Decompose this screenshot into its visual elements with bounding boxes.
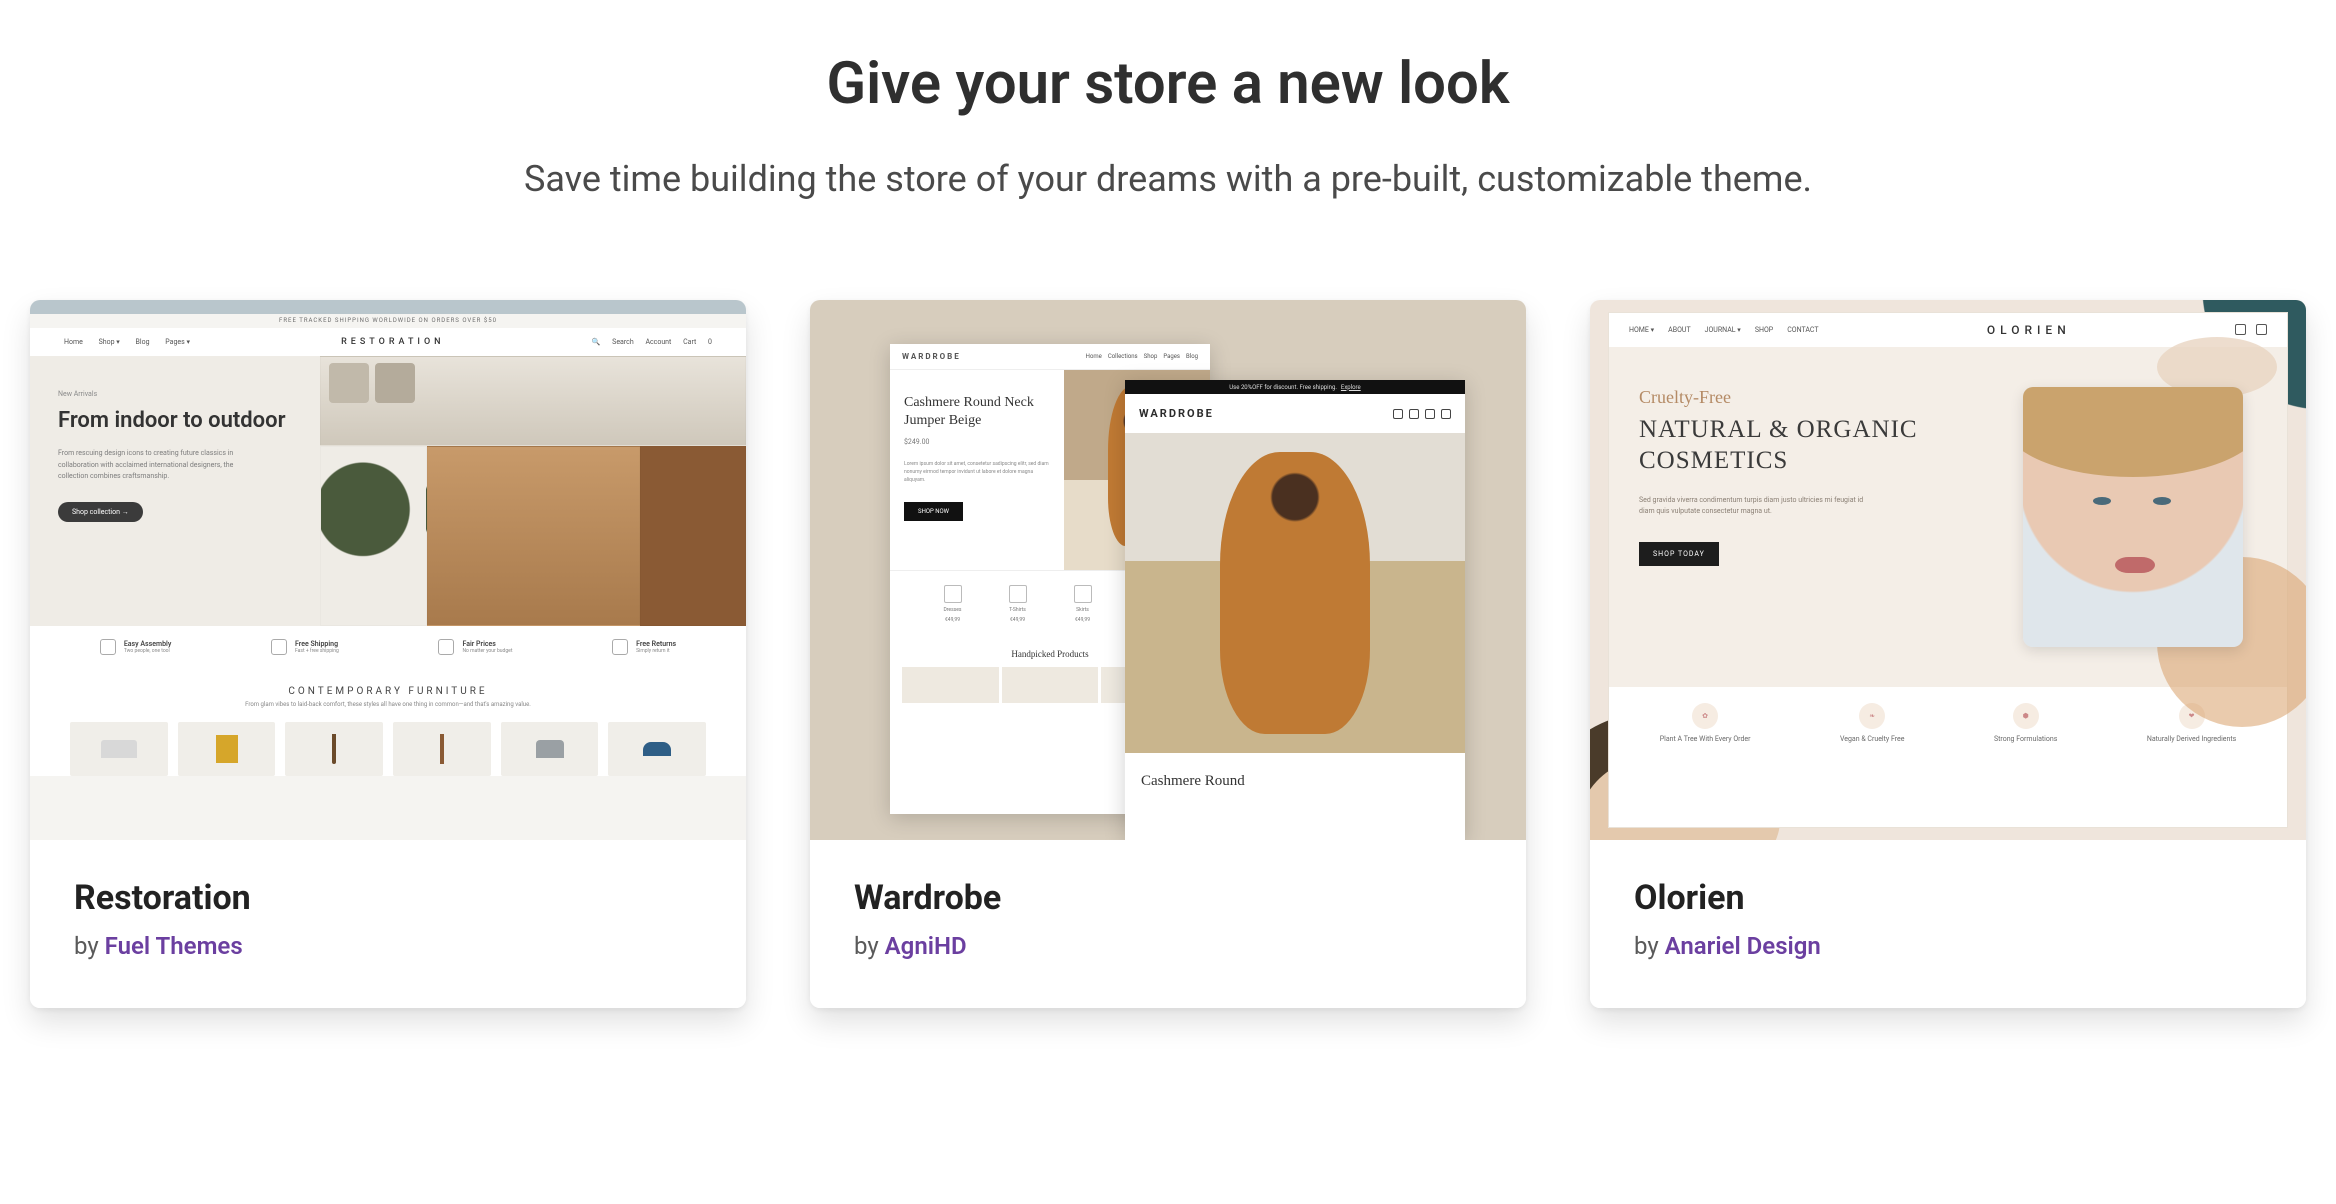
- olorien-script-label: Cruelty-Free: [1639, 387, 1948, 408]
- theme-card-olorien[interactable]: HOME ▾ABOUTJOURNAL ▾SHOPCONTACT OLORIEN …: [1590, 300, 2306, 1008]
- wardrobe-mobile-mock: Use 20%OFF for discount. Free shipping. …: [1125, 380, 1465, 840]
- theme-cards: FREE TRACKED SHIPPING WORLDWIDE ON ORDER…: [30, 300, 2306, 1008]
- wardrobe-hero-button: SHOP NOW: [904, 502, 963, 521]
- rest-nav-left: Home Shop ▾ Blog Pages ▾: [64, 338, 204, 346]
- bag-icon: [1441, 409, 1451, 419]
- olorien-hero-text: Sed gravida viverra condimentum turpis d…: [1639, 495, 1869, 519]
- rest-prod-chair: [393, 722, 491, 776]
- preview-olorien: HOME ▾ABOUTJOURNAL ▾SHOPCONTACT OLORIEN …: [1590, 300, 2306, 840]
- bag-icon: [2256, 324, 2267, 335]
- vendor-link-anariel-design[interactable]: Anariel Design: [1665, 932, 1821, 960]
- wardrobe-mobile-image: [1125, 433, 1465, 753]
- theme-card-wardrobe[interactable]: WARDROBE HomeCollectionsShopPagesBlog Ca…: [810, 300, 1526, 1008]
- rest-prod-cabinet: [178, 722, 276, 776]
- rest-feat-2: Fair PricesNo matter your budget: [438, 639, 512, 655]
- heart-icon: [2235, 324, 2246, 335]
- heart-icon: [1425, 409, 1435, 419]
- olorien-feat-2: ⬢Strong Formulations: [1994, 703, 2057, 743]
- rest-prod-bench: [501, 722, 599, 776]
- theme-name-restoration: Restoration: [74, 878, 702, 918]
- hex-icon: ⬢: [2013, 703, 2039, 729]
- by-label: by: [74, 932, 105, 960]
- by-label: by: [1634, 932, 1665, 960]
- olorien-feat-1: ❧Vegan & Cruelty Free: [1840, 703, 1905, 743]
- rest-nav-right: 🔍 Search Account Cart 0: [582, 338, 712, 346]
- skirt-icon: [1074, 585, 1092, 603]
- wardrobe-hero-title: Cashmere Round Neck Jumper Beige: [904, 394, 1050, 430]
- olorien-logo: OLORIEN: [1987, 323, 2071, 337]
- truck-icon: [271, 639, 287, 655]
- theme-card-restoration[interactable]: FREE TRACKED SHIPPING WORLDWIDE ON ORDER…: [30, 300, 746, 1008]
- rest-new-label: New Arrivals: [58, 390, 292, 398]
- page-headline: Give your store a new look: [30, 50, 2306, 118]
- wardrobe-hero-desc: Lorem ipsum dolor sit amet, consetetur s…: [904, 460, 1050, 484]
- theme-name-wardrobe: Wardrobe: [854, 878, 1482, 918]
- rest-prod-armchair: [608, 722, 706, 776]
- olorien-hero-title: NATURAL & ORGANIC COSMETICS: [1639, 414, 1948, 477]
- dress-icon: [944, 585, 962, 603]
- preview-restoration: FREE TRACKED SHIPPING WORLDWIDE ON ORDER…: [30, 300, 746, 840]
- search-icon: [1409, 409, 1419, 419]
- tree-icon: ✿: [1692, 703, 1718, 729]
- olorien-feat-0: ✿Plant A Tree With Every Order: [1660, 703, 1751, 743]
- vendor-link-fuel-themes[interactable]: Fuel Themes: [105, 932, 243, 960]
- rest-feat-0: Easy AssemblyTwo people, one tool: [100, 639, 171, 655]
- rest-hero-button: Shop collection →: [58, 502, 143, 522]
- user-icon: [1393, 409, 1403, 419]
- rest-announce: FREE TRACKED SHIPPING WORLDWIDE ON ORDER…: [30, 314, 746, 328]
- box-icon: [100, 639, 116, 655]
- wardrobe-nav: HomeCollectionsShopPagesBlog: [1080, 353, 1198, 360]
- page-subhead: Save time building the store of your dre…: [30, 158, 2306, 200]
- by-label: by: [854, 932, 885, 960]
- olorien-icons: [2225, 324, 2267, 337]
- olorien-face-image: [2023, 387, 2243, 647]
- rest-products: [30, 722, 746, 776]
- rest-features: Easy AssemblyTwo people, one tool Free S…: [30, 626, 746, 668]
- rest-hero-image: [320, 356, 746, 626]
- wardrobe-mobile-title: Cashmere Round: [1125, 753, 1465, 790]
- tag-icon: [438, 639, 454, 655]
- wardrobe-announce: Use 20%OFF for discount. Free shipping. …: [1125, 380, 1465, 394]
- return-icon: [612, 639, 628, 655]
- tshirt-icon: [1009, 585, 1027, 603]
- olorien-hero-button: SHOP TODAY: [1639, 542, 1719, 566]
- rest-hero-title: From indoor to outdoor: [58, 408, 292, 434]
- wardrobe-logo: WARDROBE: [902, 352, 961, 361]
- leaf-icon: ❧: [1859, 703, 1885, 729]
- rest-collection-title: CONTEMPORARY FURNITURE: [30, 668, 746, 701]
- wardrobe-mobile-icons: [1387, 404, 1451, 423]
- rest-prod-sofa: [70, 722, 168, 776]
- wardrobe-mobile-logo: WARDROBE: [1139, 407, 1214, 420]
- preview-wardrobe: WARDROBE HomeCollectionsShopPagesBlog Ca…: [810, 300, 1526, 840]
- rest-prod-stool: [285, 722, 383, 776]
- vendor-link-agnihd[interactable]: AgniHD: [885, 932, 967, 960]
- theme-name-olorien: Olorien: [1634, 878, 2262, 918]
- rest-feat-1: Free ShippingFast + free shipping: [271, 639, 339, 655]
- olorien-nav: HOME ▾ABOUTJOURNAL ▾SHOPCONTACT: [1629, 326, 1833, 334]
- rest-feat-3: Free ReturnsSimply return it: [612, 639, 676, 655]
- rest-collection-sub: From glam vibes to laid-back comfort, th…: [30, 701, 746, 722]
- rest-hero-text: From rescuing design icons to creating f…: [58, 448, 258, 482]
- rest-logo: RESTORATION: [341, 337, 444, 347]
- wardrobe-hero-price: $249.00: [904, 438, 1050, 446]
